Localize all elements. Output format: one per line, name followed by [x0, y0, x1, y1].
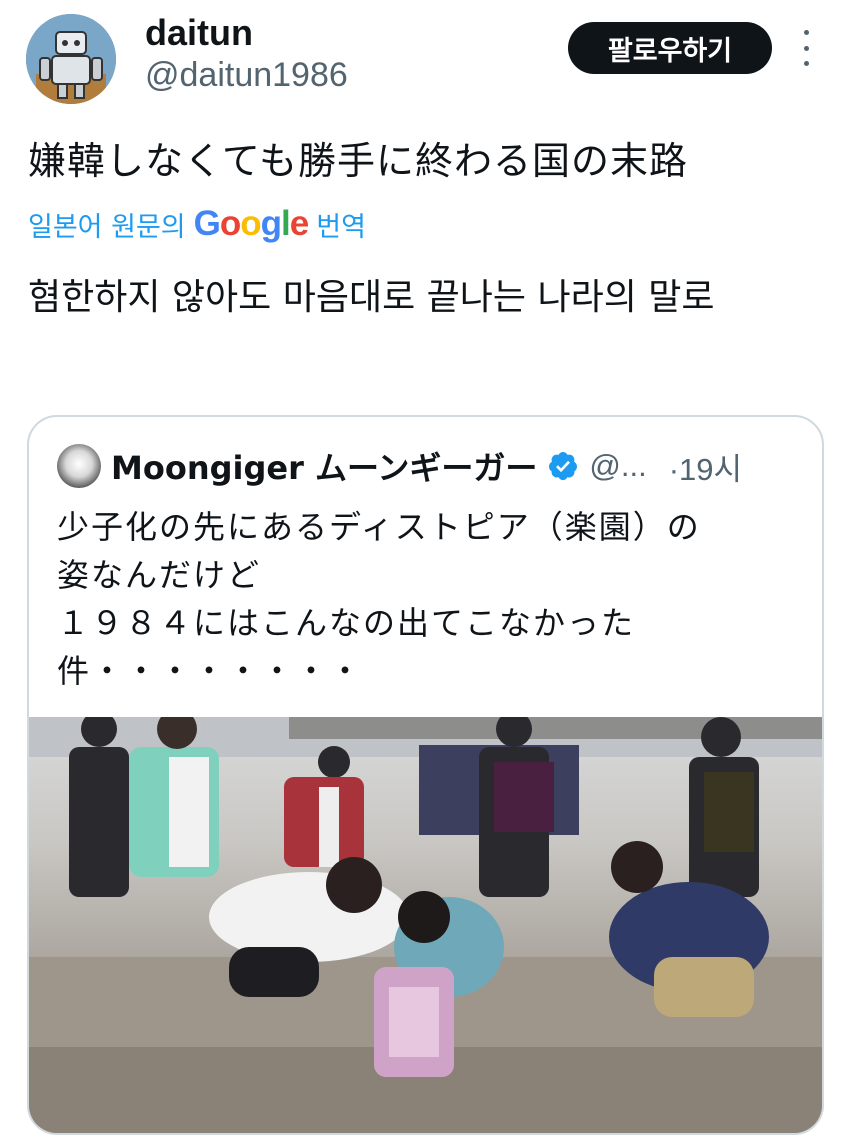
quoted-tweet-header: Moongiger ムーンギーガー @... ·19시: [57, 443, 742, 489]
more-vertical-icon[interactable]: [796, 30, 816, 66]
author-handle[interactable]: @daitun1986: [145, 56, 348, 95]
follow-button[interactable]: 팔로우하기: [568, 22, 772, 74]
quoted-author-avatar: [57, 444, 101, 488]
translation-attribution[interactable]: 일본어 원문의 Google 번역: [28, 204, 366, 244]
author-display-name[interactable]: daitun: [145, 12, 253, 54]
translated-text: 혐한하지 않아도 마음대로 끝나는 나라의 말로: [28, 277, 715, 318]
quoted-author-handle: @...: [589, 448, 647, 483]
author-avatar[interactable]: [26, 14, 116, 104]
video-scene-image: [29, 717, 822, 1133]
translate-label-prefix: 일본어 원문의: [28, 211, 186, 243]
quoted-author-name: Moongiger ムーンギーガー: [111, 449, 538, 487]
translate-label-suffix: 번역: [316, 211, 366, 243]
video-thumbnail[interactable]: [29, 717, 822, 1133]
verified-badge-icon: [549, 452, 578, 481]
quoted-tweet-card[interactable]: Moongiger ムーンギーガー @... ·19시 少子化の先にあるディスト…: [27, 415, 824, 1135]
google-logo: Google: [193, 204, 310, 243]
quoted-tweet-time: ·19시: [668, 451, 743, 487]
quoted-tweet-text: 少子化の先にあるディストピア（楽園）の 姿なんだけど １９８４にはこんなの出てこ…: [57, 508, 701, 690]
robot-avatar-icon: [26, 14, 116, 104]
tweet-text: 嫌韓しなくても勝手に終わる国の末路: [28, 139, 688, 183]
